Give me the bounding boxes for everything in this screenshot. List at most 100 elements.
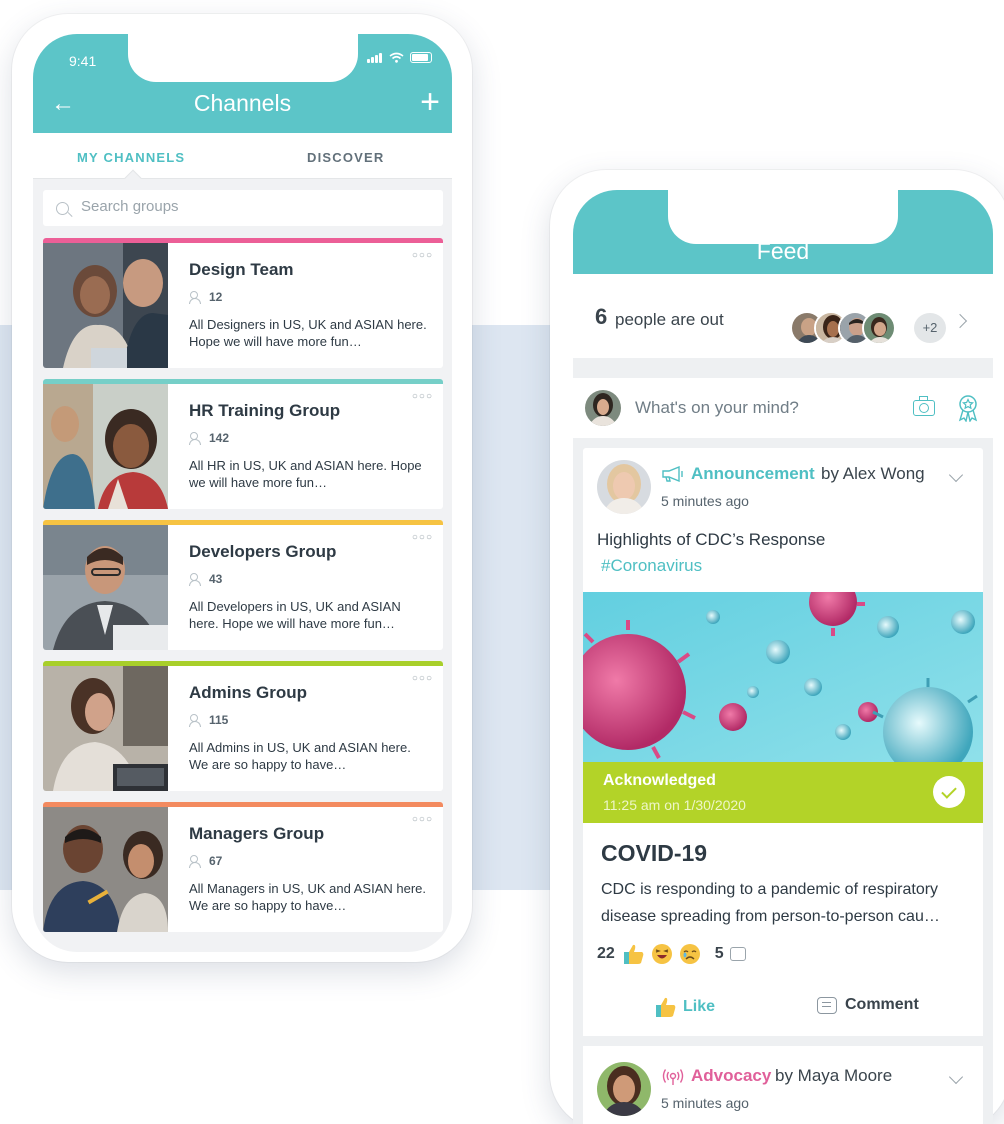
hashtag-link[interactable]: #Coronavirus	[601, 556, 702, 576]
wifi-icon	[389, 52, 404, 63]
member-count: 43	[189, 572, 222, 586]
stage: 9:41 ← Channels + MY CHANNELS DISCOVER S…	[0, 0, 1004, 1124]
avatar	[862, 311, 896, 345]
comment-icon	[729, 947, 746, 961]
more-people-badge: +2	[914, 313, 946, 343]
compose-placeholder: What's on your mind?	[635, 398, 799, 417]
channel-card[interactable]: Developers Group 43 All Developers in US…	[43, 520, 443, 650]
more-options-icon[interactable]: ○○○	[412, 391, 433, 402]
post-author: by Alex Wong	[821, 464, 925, 483]
signal-icon	[367, 52, 383, 63]
members-icon	[189, 432, 203, 445]
camera-icon[interactable]	[913, 396, 935, 416]
tab-my-channels[interactable]: MY CHANNELS	[77, 150, 185, 165]
chevron-down-icon[interactable]	[948, 467, 964, 483]
phone-channels: 9:41 ← Channels + MY CHANNELS DISCOVER S…	[12, 14, 472, 962]
people-out-label: people are out	[615, 310, 724, 329]
comment-label: Comment	[845, 996, 919, 1013]
members-icon	[189, 573, 203, 586]
channel-tabs: MY CHANNELS DISCOVER	[33, 133, 452, 187]
channel-card[interactable]: HR Training Group 142 All HR in US, UK a…	[43, 379, 443, 509]
phone-feed: Feed 6 people are out +2 What's on your …	[550, 170, 1004, 1124]
channel-photo	[43, 525, 168, 650]
member-count-value: 12	[209, 290, 223, 304]
check-icon	[933, 776, 965, 808]
battery-icon	[410, 52, 432, 63]
channels-header: 9:41 ← Channels +	[33, 34, 452, 133]
channel-description: All Admins in US, UK and ASIAN here. We …	[189, 740, 411, 772]
post-type-link[interactable]: Advocacy	[691, 1066, 771, 1086]
award-badge-icon[interactable]	[957, 394, 979, 422]
reactions-count: 22	[597, 945, 615, 962]
add-channel-button[interactable]: +	[420, 85, 440, 119]
compose-box[interactable]: What's on your mind?	[573, 378, 993, 438]
channel-card[interactable]: Managers Group 67 All Managers in US, UK…	[43, 802, 443, 932]
virus-image	[583, 592, 983, 762]
channel-name: Admins Group	[189, 683, 308, 702]
member-count: 67	[189, 854, 222, 868]
broadcast-icon	[662, 1069, 684, 1085]
post-type-link[interactable]: Announcement	[691, 464, 815, 484]
more-options-icon[interactable]: ○○○	[412, 673, 433, 684]
status-icons	[367, 52, 432, 63]
member-count: 142	[189, 431, 229, 445]
search-input[interactable]	[81, 198, 421, 215]
member-count: 115	[189, 713, 228, 727]
member-count: 12	[189, 290, 222, 304]
more-options-icon[interactable]: ○○○	[412, 250, 433, 261]
channel-card[interactable]: Design Team 12 All Designers in US, UK a…	[43, 238, 443, 368]
feed-screen: Feed 6 people are out +2 What's on your …	[573, 190, 993, 1124]
megaphone-icon	[662, 466, 683, 482]
like-label: Like	[683, 998, 716, 1015]
phone-notch	[127, 34, 358, 82]
status-time: 9:41	[69, 53, 97, 69]
channel-photo	[43, 666, 168, 791]
members-icon	[189, 855, 203, 868]
like-button[interactable]: Like	[653, 996, 715, 1018]
member-count-value: 67	[209, 854, 223, 868]
feed-header: Feed	[573, 190, 993, 274]
phone-notch	[668, 190, 898, 244]
member-count-value: 115	[209, 713, 229, 727]
avatar	[597, 460, 651, 514]
chevron-down-icon[interactable]	[948, 1069, 964, 1085]
feed-post: Advocacy by Maya Moore 5 minutes ago	[583, 1046, 983, 1124]
channels-screen: 9:41 ← Channels + MY CHANNELS DISCOVER S…	[33, 34, 452, 952]
acknowledged-bar[interactable]: Acknowledged 11:25 am on 1/30/2020	[583, 762, 983, 823]
avatar	[597, 1062, 651, 1116]
channel-name: Design Team	[189, 260, 294, 279]
search-icon	[56, 202, 69, 215]
thumbs-up-icon	[656, 997, 676, 1017]
thumbs-up-emoji-icon	[623, 944, 644, 964]
channel-description: All Designers in US, UK and ASIAN here. …	[189, 317, 427, 349]
post-headline: Highlights of CDC’s Response	[597, 530, 826, 549]
acknowledged-label: Acknowledged	[603, 772, 716, 789]
avatar	[585, 390, 621, 426]
channel-description: All Managers in US, UK and ASIAN here. W…	[189, 881, 427, 913]
feed-post: Announcement by Alex Wong 5 minutes ago …	[583, 448, 983, 1008]
tab-discover[interactable]: DISCOVER	[307, 150, 385, 165]
member-count-value: 43	[209, 572, 223, 586]
chevron-right-icon[interactable]	[952, 313, 968, 329]
post-time: 5 minutes ago	[661, 1095, 749, 1111]
comments-count: 5	[714, 945, 724, 962]
comment-button[interactable]: Comment	[817, 996, 919, 1014]
more-options-icon[interactable]: ○○○	[412, 532, 433, 543]
post-body: CDC is responding to a pandemic of respi…	[601, 881, 940, 925]
laughing-emoji-icon	[651, 944, 672, 964]
people-out-row[interactable]: 6 people are out +2	[573, 274, 993, 358]
comment-icon	[817, 996, 837, 1014]
channel-description: All HR in US, UK and ASIAN here. Hope we…	[189, 458, 422, 490]
members-icon	[189, 714, 203, 727]
post-stats: 22 5	[597, 943, 746, 965]
page-title: Channels	[193, 90, 292, 116]
crying-emoji-icon	[679, 944, 700, 964]
channel-name: Developers Group	[189, 542, 337, 561]
post-time: 5 minutes ago	[661, 493, 749, 509]
people-out-count: 6	[595, 304, 608, 329]
members-icon	[189, 291, 203, 304]
search-box	[43, 190, 443, 226]
channel-card[interactable]: Admins Group 115 All Admins in US, UK an…	[43, 661, 443, 791]
channel-name: HR Training Group	[189, 401, 341, 420]
more-options-icon[interactable]: ○○○	[412, 814, 433, 825]
